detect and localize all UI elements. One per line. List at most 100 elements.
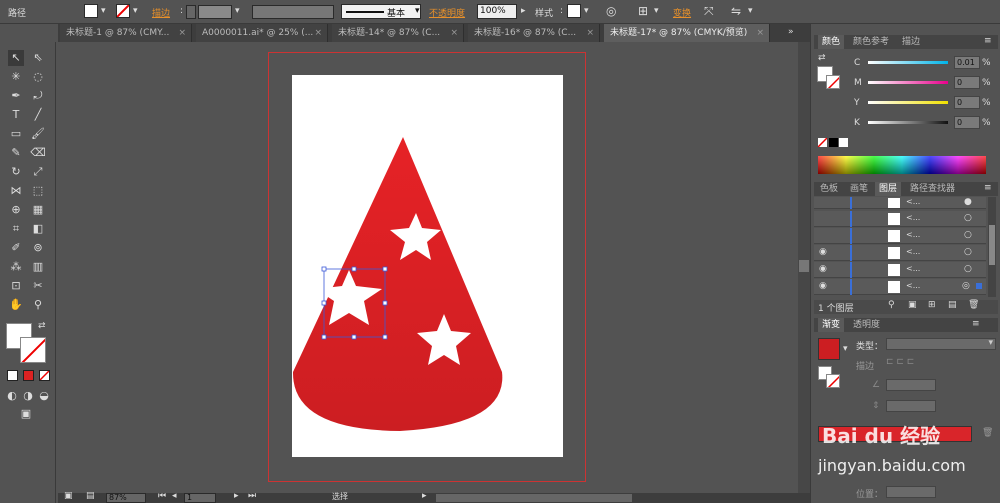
- target-icon[interactable]: ○: [964, 247, 972, 257]
- last-page-icon[interactable]: ⏭: [248, 491, 256, 501]
- channel-m-unit: %: [982, 78, 991, 88]
- gradient-stroke-label: 描边: [856, 362, 875, 372]
- black-swatch[interactable]: [829, 138, 838, 147]
- next-page-icon[interactable]: ▸: [234, 491, 239, 501]
- watermark-line2: jingyan.baidu.com: [818, 456, 966, 475]
- eye-icon[interactable]: ◉: [819, 281, 827, 291]
- channel-y-unit: %: [982, 98, 991, 108]
- delete-icon[interactable]: 🗑: [968, 300, 979, 310]
- status-mode-label: 选择: [332, 492, 348, 501]
- layer-thumbnail: [888, 247, 900, 259]
- channel-k-slider[interactable]: [868, 121, 948, 124]
- scrollbar-thumb[interactable]: [799, 260, 809, 272]
- layer-row[interactable]: <... ○: [814, 211, 986, 227]
- channel-c-label: C: [854, 58, 861, 68]
- channel-m-label: M: [854, 78, 862, 88]
- tab-gradient[interactable]: 渐变: [818, 318, 845, 332]
- selection-indicator[interactable]: [976, 283, 982, 289]
- channel-y-label: Y: [854, 98, 860, 108]
- eye-icon[interactable]: ◉: [819, 264, 827, 274]
- gradient-preview-swatch[interactable]: [818, 338, 840, 360]
- tab-color-guide[interactable]: 颜色参考: [849, 35, 893, 49]
- target-icon[interactable]: ○: [964, 230, 972, 240]
- white-swatch[interactable]: [839, 138, 848, 147]
- locate-object-icon[interactable]: ⚲: [888, 300, 895, 310]
- layer-thumbnail: [888, 281, 900, 293]
- layer-row[interactable]: ◉ <... ○: [814, 245, 986, 261]
- eye-icon[interactable]: ◉: [819, 247, 827, 257]
- status-menu-icon[interactable]: ▸: [422, 491, 427, 501]
- layer-name: <...: [906, 230, 921, 239]
- delete-stop-icon[interactable]: 🗑: [982, 428, 993, 438]
- channel-k-label: K: [854, 118, 860, 128]
- baidu-watermark: Bai du 经验 jingyan.baidu.com: [818, 418, 978, 488]
- none-swatch[interactable]: [818, 138, 827, 147]
- panel-menu-icon[interactable]: ≡: [984, 36, 992, 46]
- layer-name: <...: [906, 213, 921, 222]
- layer-name: <...: [906, 197, 921, 206]
- target-icon[interactable]: ◎: [962, 281, 970, 291]
- channel-y-slider[interactable]: [868, 101, 948, 104]
- tab-swatches[interactable]: 色板: [816, 182, 842, 196]
- artboard-nav-icon[interactable]: ▣: [64, 491, 73, 501]
- channel-c-input[interactable]: 0.01: [954, 56, 980, 69]
- target-icon[interactable]: ○: [964, 213, 972, 223]
- page-input[interactable]: 1: [184, 493, 216, 503]
- make-clip-mask-icon[interactable]: ▣: [908, 300, 917, 310]
- layers-footer: 1 个图层 ⚲ ▣ ⊞ ▤ 🗑: [814, 300, 998, 314]
- horizontal-scrollbar[interactable]: [436, 494, 632, 502]
- color-spectrum[interactable]: [818, 156, 986, 174]
- first-page-icon[interactable]: ⏮: [158, 491, 166, 501]
- stroke-gradient-options-icon[interactable]: ⊏ ⊏ ⊏: [886, 357, 914, 367]
- gradient-position-label: 位置：: [856, 490, 884, 500]
- angle-input[interactable]: [886, 379, 936, 391]
- watermark-line1: Bai du 经验: [822, 424, 941, 448]
- channel-k-unit: %: [982, 118, 991, 128]
- artboard-options-icon[interactable]: ▤: [86, 491, 95, 501]
- layer-name: <...: [906, 281, 921, 290]
- swap-colors-icon[interactable]: ⇄: [818, 53, 826, 63]
- layer-thumbnail: [888, 213, 900, 225]
- zoom-value: 87%: [109, 493, 127, 502]
- layer-row[interactable]: ◉ <... ○: [814, 262, 986, 278]
- layer-row-selected[interactable]: ◉ <... ◎: [814, 279, 986, 295]
- new-layer-icon[interactable]: ▤: [948, 300, 957, 310]
- aspect-input[interactable]: [886, 400, 936, 412]
- layers-scrollbar[interactable]: [988, 197, 996, 297]
- angle-icon: ∠: [872, 380, 881, 390]
- channel-m-slider[interactable]: [868, 81, 948, 84]
- zoom-input[interactable]: 87%: [106, 493, 146, 503]
- layer-name: <...: [906, 247, 921, 256]
- panel-menu-icon[interactable]: ≡: [984, 183, 992, 193]
- layer-thumbnail: [888, 264, 900, 276]
- page-value: 1: [187, 493, 193, 502]
- new-sublayer-icon[interactable]: ⊞: [928, 300, 936, 310]
- channel-m-input[interactable]: 0: [954, 76, 980, 89]
- tab-color[interactable]: 颜色: [818, 35, 845, 49]
- panel-menu-icon[interactable]: ≡: [972, 319, 980, 329]
- channel-c-unit: %: [982, 58, 991, 68]
- chevron-down-icon[interactable]: ▾: [843, 344, 848, 354]
- target-icon[interactable]: ○: [964, 264, 972, 274]
- gradient-stroke-box[interactable]: [826, 374, 840, 388]
- panel-stroke-box[interactable]: [826, 75, 840, 89]
- gradient-type-dropdown[interactable]: ▾: [886, 338, 996, 350]
- layer-row[interactable]: <... ●: [814, 197, 986, 209]
- layer-thumbnail: [888, 198, 900, 208]
- layer-row[interactable]: <... ○: [814, 228, 986, 244]
- vertical-scrollbar[interactable]: [798, 42, 810, 493]
- channel-c-slider[interactable]: [868, 61, 948, 64]
- tab-transparency[interactable]: 透明度: [849, 318, 884, 332]
- tab-stroke[interactable]: 描边: [898, 35, 924, 49]
- target-icon[interactable]: ●: [964, 197, 972, 207]
- layer-thumbnail: [888, 230, 900, 242]
- status-bar: ▣ ▤ 87% ⏮ ◂ 1 ▸ ⏭ 选择 ▸: [58, 491, 810, 503]
- aspect-icon: ⇕: [872, 401, 880, 411]
- tab-layers[interactable]: 图层: [875, 182, 902, 196]
- gradient-type-label: 类型：: [856, 342, 884, 352]
- channel-y-input[interactable]: 0: [954, 96, 980, 109]
- prev-page-icon[interactable]: ◂: [172, 491, 177, 501]
- channel-k-input[interactable]: 0: [954, 116, 980, 129]
- tab-brushes[interactable]: 画笔: [846, 182, 872, 196]
- tab-pathfinder[interactable]: 路径查找器: [906, 182, 959, 196]
